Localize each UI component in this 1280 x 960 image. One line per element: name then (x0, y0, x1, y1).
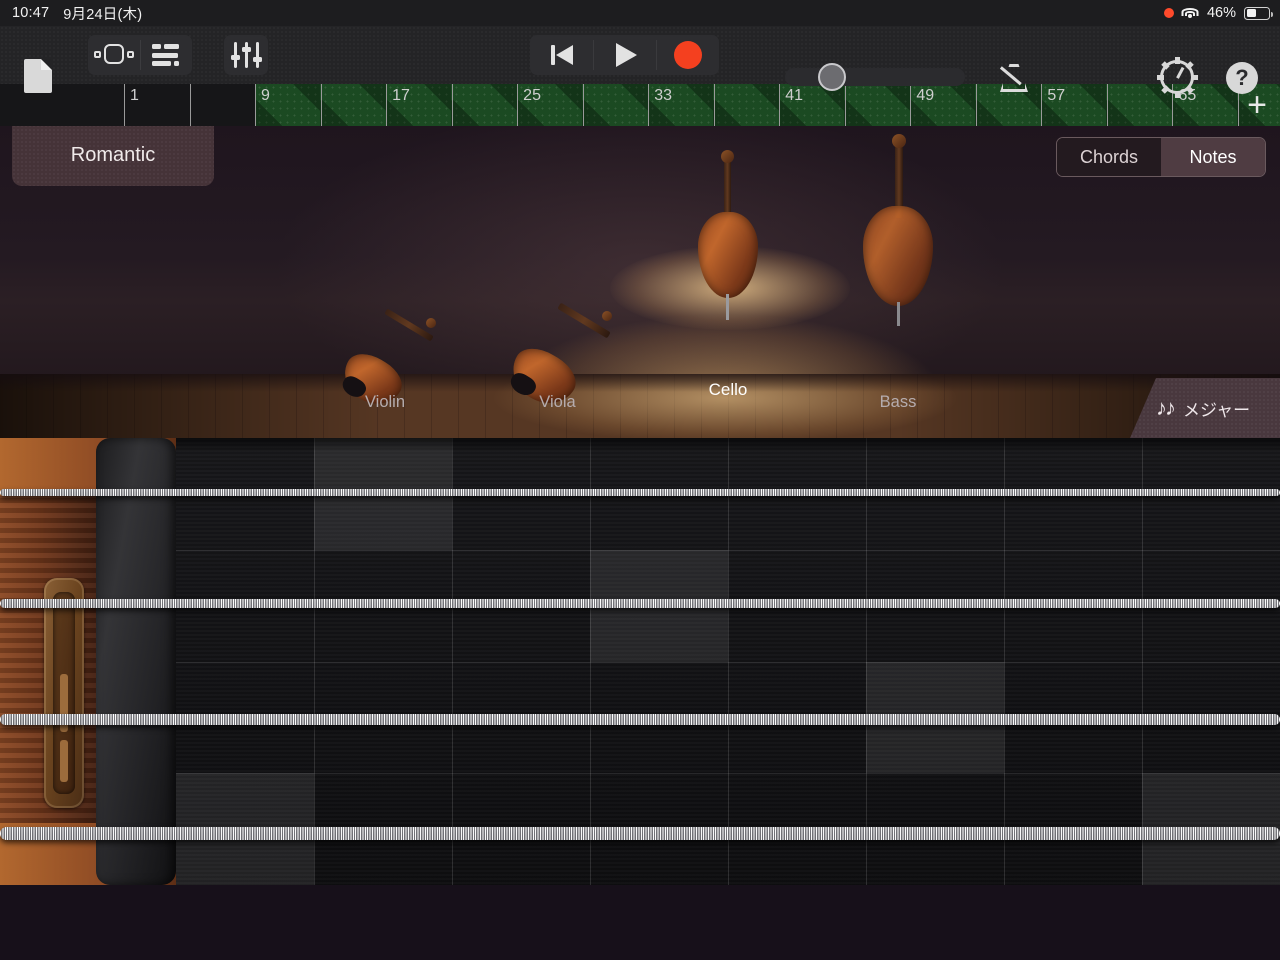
ruler-bars[interactable]: 1 9 17 25 33 41 49 57 65 (124, 84, 1280, 126)
ruler-bar[interactable] (189, 84, 256, 126)
wifi-icon (1181, 7, 1199, 20)
preset-name-chip[interactable]: Romantic (12, 124, 214, 186)
note-cell[interactable] (590, 605, 728, 662)
note-cell[interactable] (176, 773, 314, 830)
string-1[interactable] (0, 489, 1280, 496)
instrument-label: Cello (708, 380, 748, 399)
status-date: 9月24日(木) (63, 6, 143, 23)
status-time: 10:47 (12, 5, 50, 21)
mixer-faders-icon[interactable] (224, 35, 268, 75)
ruler-bar-number: 57 (1047, 87, 1066, 104)
instrument-label: Bass (879, 393, 917, 411)
eighth-notes-icon: ♪♪ (1156, 395, 1176, 420)
gear-icon[interactable] (1156, 56, 1198, 98)
view-switch-group (88, 35, 192, 75)
divider (140, 40, 141, 70)
string-3[interactable] (0, 714, 1280, 725)
note-cell[interactable] (1142, 773, 1280, 830)
ruler-bar[interactable] (582, 84, 649, 126)
ruler-bar[interactable] (451, 84, 518, 126)
instrument-label: Violin (364, 393, 406, 411)
grid-row-divider (176, 661, 1280, 663)
instrument-cello[interactable]: Cello (610, 150, 850, 399)
garageband-app: 10:47 9月24日(木) 46% ? 1 9 17 25 33 41 49 … (0, 0, 1280, 960)
volume-slider-knob[interactable] (818, 63, 846, 91)
ruler-bar[interactable]: 57 (1041, 84, 1107, 126)
instrument-viola[interactable]: Viola (500, 302, 615, 415)
note-cell[interactable] (314, 493, 452, 550)
scale-label: メジャー (1183, 400, 1251, 420)
status-bar: 10:47 9月24日(木) 46% (0, 0, 1280, 26)
string-instrument-fretboard[interactable] (0, 438, 1280, 885)
status-bar-right: 46% (1163, 5, 1273, 21)
status-bar-left: 10:47 9月24日(木) (12, 3, 142, 24)
ruler-bar[interactable] (713, 84, 780, 126)
transport-controls (530, 35, 719, 75)
ruler-bar-number: 49 (916, 87, 935, 104)
preset-name-label: Romantic (70, 143, 156, 166)
stage-floor (0, 374, 1280, 438)
ruler-bar[interactable] (320, 84, 387, 126)
instrument-violin[interactable]: Violin (330, 308, 440, 415)
note-cell[interactable] (866, 717, 1004, 774)
metronome-icon[interactable] (996, 60, 1032, 96)
tab-notes[interactable]: Notes (1161, 138, 1265, 176)
ruler-bar-number: 17 (392, 87, 410, 104)
toolbar: ? (0, 26, 1280, 98)
ruler-bar[interactable]: 9 (255, 84, 321, 126)
document-icon[interactable] (22, 56, 54, 96)
instrument-browser-icon[interactable] (88, 35, 140, 75)
instrument-label: Viola (539, 393, 576, 411)
ruler-bar-number: 41 (785, 87, 804, 104)
ruler-bar-number: 33 (654, 87, 673, 104)
note-cell[interactable] (866, 661, 1004, 718)
ruler-bar-number: 25 (523, 87, 541, 104)
timeline-ruler[interactable]: 1 9 17 25 33 41 49 57 65 (0, 84, 1280, 126)
ruler-bar[interactable]: 17 (386, 84, 452, 126)
ruler-bar-number: 1 (130, 87, 139, 104)
tailpiece-ornament (44, 578, 84, 808)
play-button[interactable] (593, 35, 656, 75)
grid-row-divider (176, 549, 1280, 551)
ruler-bar[interactable]: 25 (517, 84, 583, 126)
ruler-bar[interactable]: 49 (910, 84, 976, 126)
ruler-bar[interactable] (844, 84, 911, 126)
tab-chords[interactable]: Chords (1057, 138, 1161, 176)
note-cell[interactable] (590, 549, 728, 606)
record-dot-icon (1163, 8, 1174, 18)
ruler-bar[interactable]: 1 (124, 84, 190, 126)
master-volume-slider[interactable] (785, 63, 965, 91)
ruler-bar-number: 9 (261, 87, 270, 104)
note-grid[interactable] (176, 438, 1280, 885)
grid-row-divider (176, 773, 1280, 775)
chords-notes-toggle[interactable]: Chords Notes (1056, 137, 1266, 177)
help-icon[interactable]: ? (1226, 62, 1258, 94)
rewind-button[interactable] (530, 35, 593, 75)
ruler-bar[interactable]: 33 (648, 84, 714, 126)
track-view-icon[interactable] (140, 35, 192, 75)
fretboard-nut (96, 438, 176, 885)
string-4[interactable] (0, 827, 1280, 840)
record-button[interactable] (656, 35, 719, 75)
scale-badge[interactable]: ♪♪ メジャー (1130, 378, 1280, 438)
battery-percent: 46% (1206, 5, 1236, 21)
string-2[interactable] (0, 599, 1280, 608)
instrument-bass[interactable]: Bass (855, 134, 941, 411)
battery-icon (1244, 6, 1273, 20)
